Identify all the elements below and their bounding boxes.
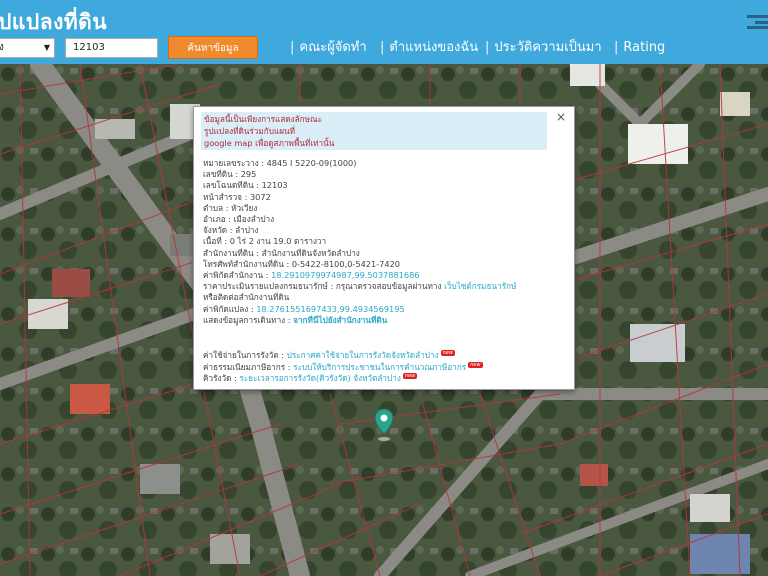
detail-label: เนื้อที่ — [203, 236, 222, 247]
detail-row-price: ราคาประเมินรายแปลงกรมธนารักษ์ : กรุณาตรว… — [203, 281, 517, 292]
notice-line: ข้อมูลนี้เป็นเพียงการแสดงลักษณะ — [204, 114, 323, 124]
office-coords-link[interactable]: 18.2910979974987,99.5037881686 — [271, 270, 419, 280]
detail-label: เลขโฉนดที่ดิน — [203, 180, 254, 191]
notice-line: google map เพื่อดูสภาพพื้นที่เท่านั้น — [204, 138, 335, 148]
detail-row-office-phone: โทรศัพท์สำนักงานที่ดิน : 0-5422-8100,0-5… — [203, 258, 400, 269]
survey-queue-link[interactable]: ระยะเวลารอการรังวัด(คิวรังวัด) จังหวัดลำ… — [239, 373, 400, 383]
nav-item-authors[interactable]: | คณะผู้จัดทำ — [290, 38, 367, 58]
survey-queue-row: คิวรังวัด : ระยะเวลารอการรังวัด(คิวรังวั… — [203, 373, 418, 383]
route-link[interactable]: จากที่นี่ไปยังสำนักงานที่ดิน — [293, 315, 387, 325]
detail-row-subdistrict: ตำบล : หัวเวียง — [203, 202, 258, 213]
nav-item-label: ตำแหน่งของฉัน — [389, 40, 479, 55]
detail-value: ลำปาง — [235, 225, 259, 236]
detail-value: 4845 I 5220-09(1000) — [266, 158, 357, 168]
link-label: ค่าใช้จ่ายในการรังวัด — [203, 350, 279, 360]
parcel-info-popup: × ข้อมูลนี้เป็นเพียงการแสดงลักษณะ รูปแปล… — [193, 106, 575, 390]
detail-label: จังหวัด — [203, 225, 228, 236]
site-title: ปแปลงที่ดิน — [0, 10, 108, 34]
nav-item-history[interactable]: | ประวัติความเป็นมา — [485, 38, 602, 58]
detail-value: หัวเวียง — [231, 202, 258, 213]
close-icon[interactable]: × — [556, 110, 566, 124]
search-button[interactable]: ค้นหาข้อมูล — [168, 36, 258, 59]
nav-item-label: คณะผู้จัดทำ — [299, 40, 367, 55]
new-badge: new — [440, 350, 455, 356]
detail-row-parcel-coords: ค่าพิกัดแปลง : 18.2761551697433,99.49345… — [203, 303, 405, 314]
detail-label: อำเภอ — [203, 214, 226, 225]
hamburger-menu-icon[interactable] — [747, 15, 768, 29]
detail-label: หมายเลขระวาง — [203, 158, 259, 168]
detail-label: เลขที่ดิน — [203, 169, 233, 180]
survey-fee-link[interactable]: ประกาศค่าใช้จ่ายในการรังวัดจังหวัดลำปาง — [287, 350, 439, 360]
notice-line: รูปแปลงที่ดินร่วมกับแผนที่ — [204, 126, 296, 136]
detail-label: โทรศัพท์สำนักงานที่ดิน — [203, 258, 284, 269]
nav-item-my-location[interactable]: | ตำแหน่งของฉัน — [380, 38, 478, 58]
top-bar: ปแปลงที่ดิน ง ▼ 12103 ค้นหาข้อมูล | คณะผู… — [0, 0, 768, 64]
price-text: กรุณาตรวจสอบข้อมูลผ่านทาง — [335, 281, 442, 292]
detail-row-area: เนื้อที่ : 0 ไร่ 2 งาน 19.0 ตารางวา — [203, 236, 327, 247]
survey-fee-row: ค่าใช้จ่ายในการรังวัด : ประกาศค่าใช้จ่าย… — [203, 350, 455, 360]
detail-label: ค่าพิกัดสำนักงาน — [203, 270, 264, 281]
tax-calculator-link[interactable]: ระบบให้บริการประชาชนในการคำนวณภาษีอากร — [293, 362, 466, 372]
detail-value: สำนักงานที่ดินจังหวัดลำปาง — [261, 247, 360, 258]
detail-value: 0 ไร่ 2 งาน 19.0 ตารางวา — [229, 236, 327, 247]
extra-links: ค่าใช้จ่ายในการรังวัด : ประกาศค่าใช้จ่าย… — [203, 350, 569, 385]
detail-row-district: อำเภอ : เมืองลำปาง — [203, 214, 275, 225]
deed-number-input[interactable]: 12103 — [65, 38, 158, 58]
chevron-down-icon: ▼ — [43, 43, 50, 52]
parcel-coords-link[interactable]: 18.2761551697433,99.4934569195 — [256, 304, 404, 314]
detail-label: สำนักงานที่ดิน — [203, 247, 254, 258]
detail-value: เมืองลำปาง — [233, 214, 275, 225]
detail-value: 3072 — [249, 191, 271, 202]
detail-label: ค่าพิกัดแปลง — [203, 303, 249, 314]
detail-row-deed-number: เลขโฉนดที่ดิน : 12103 — [203, 180, 288, 191]
detail-value: 295 — [240, 169, 257, 180]
detail-row-land-office: สำนักงานที่ดิน : สำนักงานที่ดินจังหวัดลำ… — [203, 247, 360, 258]
link-label: คิวรังวัด — [203, 373, 232, 383]
detail-label: แสดงข้อมูลการเดินทาง — [203, 314, 286, 325]
nav-item-label: ประวัติความเป็นมา — [494, 40, 602, 55]
nav-item-rating[interactable]: | Rating — [614, 38, 665, 58]
detail-row-price-note: หรือติดต่อสำนักงานที่ดิน — [203, 292, 290, 303]
detail-value: 0-5422-8100,0-5421-7420 — [291, 258, 400, 269]
parcel-details: หมายเลขระวาง : 4845 I 5220-09(1000) เลขท… — [203, 158, 569, 326]
tax-fee-row: ค่าธรรมเนียมภาษีอากร : ระบบให้บริการประช… — [203, 361, 483, 372]
nav-item-label: Rating — [623, 40, 666, 55]
detail-row-map-sheet: หมายเลขระวาง : 4845 I 5220-09(1000) — [203, 158, 357, 168]
disclaimer-notice: ข้อมูลนี้เป็นเพียงการแสดงลักษณะ รูปแปลงท… — [201, 112, 547, 150]
detail-row-survey-page: หน้าสำรวจ : 3072 — [203, 191, 271, 202]
link-label: ค่าธรรมเนียมภาษีอากร — [203, 361, 286, 372]
treasury-website-link[interactable]: เว็บไซต์กรมธนารักษ์ — [444, 281, 516, 291]
new-badge: new — [402, 373, 418, 379]
new-badge: new — [468, 361, 483, 368]
detail-value: 12103 — [261, 180, 288, 191]
search-type-select[interactable]: ง ▼ — [0, 38, 55, 58]
detail-row-province: จังหวัด : ลำปาง — [203, 225, 259, 236]
map-pin-icon[interactable] — [374, 408, 394, 442]
detail-row-office-coords: ค่าพิกัดสำนักงาน : 18.2910979974987,99.5… — [203, 270, 420, 281]
detail-label: ตำบล — [203, 202, 224, 213]
search-type-value: ง — [0, 42, 4, 53]
detail-label: ราคาประเมินรายแปลงกรมธนารักษ์ — [203, 281, 328, 292]
detail-label: หน้าสำรวจ — [203, 191, 242, 202]
detail-row-route: แสดงข้อมูลการเดินทาง : จากที่นี่ไปยังสำน… — [203, 314, 388, 325]
detail-row-land-number: เลขที่ดิน : 295 — [203, 169, 257, 180]
